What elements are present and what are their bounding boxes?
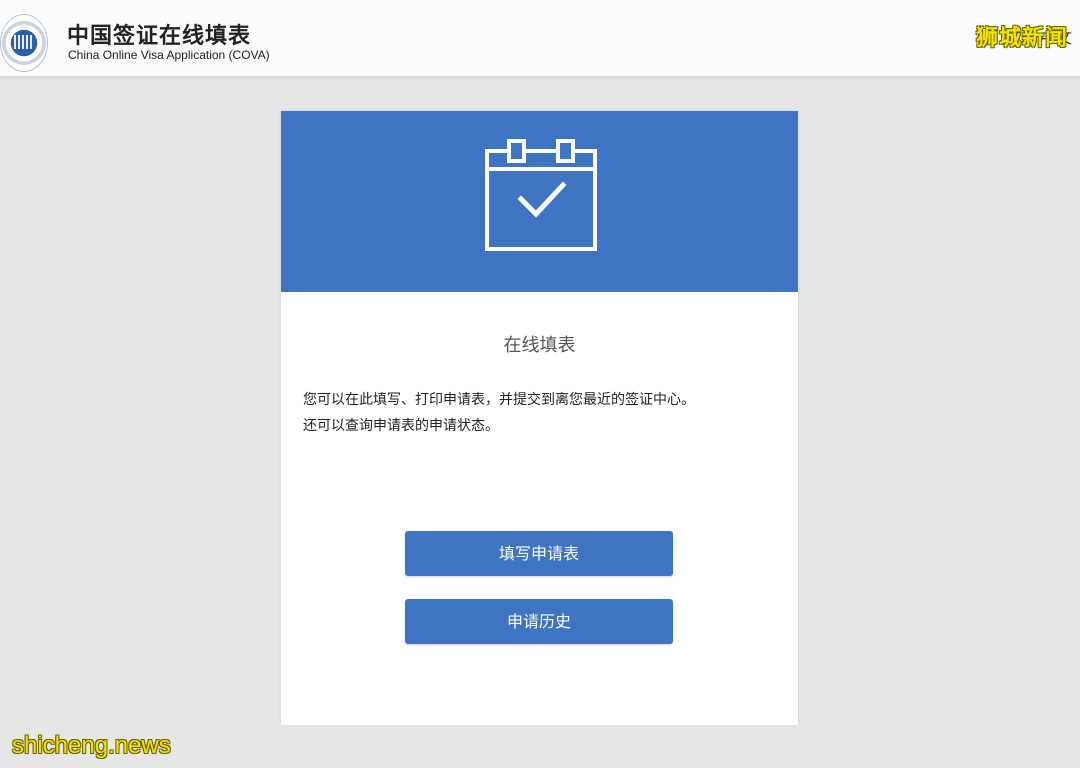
government-seal-logo — [0, 14, 48, 72]
card-description-line: 您可以在此填写、打印申请表，并提交到离您最近的签证中心。 — [303, 392, 695, 408]
card-description-line: 还可以查询申请表的申请状态。 — [303, 418, 499, 434]
card-banner — [281, 111, 798, 292]
watermark-top-right: 狮城新闻 — [975, 26, 1068, 51]
calendar-check-icon — [485, 139, 597, 251]
card-description: 您可以在此填写、打印申请表，并提交到离您最近的签证中心。 还可以查询申请表的申请… — [303, 387, 783, 439]
site-header: 中国签证在线填表 China Online Visa Application (… — [0, 0, 1080, 77]
logo-emblem — [14, 35, 32, 49]
application-history-button[interactable]: 申请历史 — [405, 599, 673, 644]
fill-application-button[interactable]: 填写申请表 — [405, 531, 673, 576]
site-title: 中国签证在线填表 — [67, 24, 252, 49]
watermark-bottom-left: shicheng.news — [12, 732, 171, 759]
card-title: 在线填表 — [503, 335, 576, 356]
site-subtitle: China Online Visa Application (COVA) — [68, 48, 270, 62]
online-form-card: 在线填表 您可以在此填写、打印申请表，并提交到离您最近的签证中心。 还可以查询申… — [281, 111, 798, 725]
